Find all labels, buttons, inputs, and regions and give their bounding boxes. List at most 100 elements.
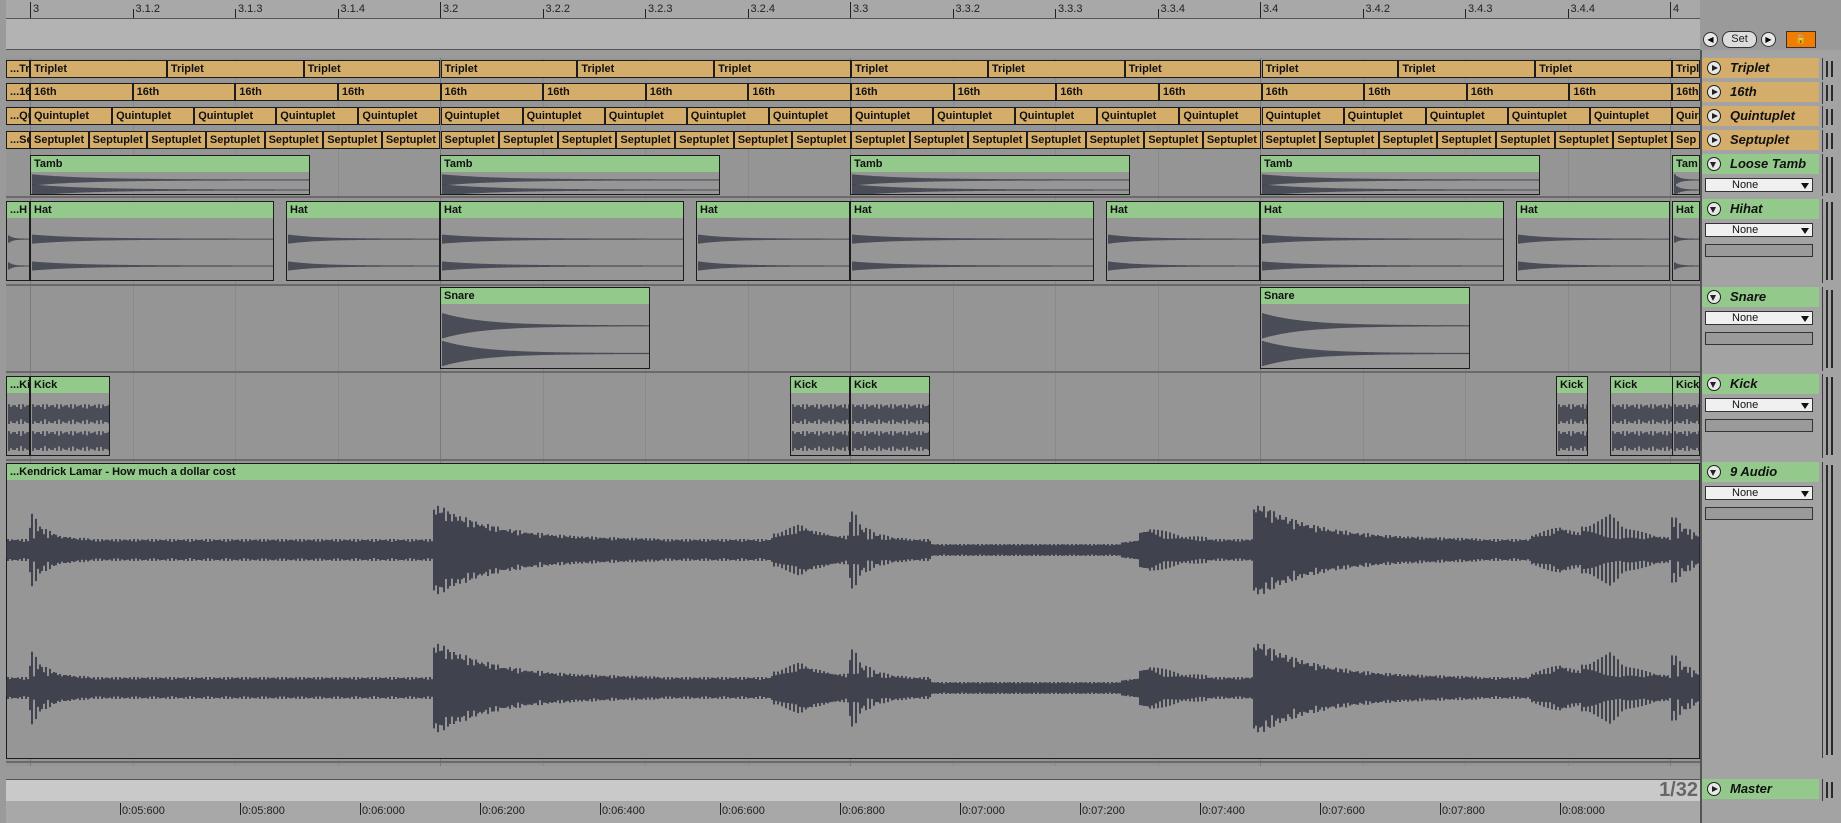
sixteenth-clip[interactable]: 16th <box>337 83 441 101</box>
track-header-master[interactable]: Master <box>1702 779 1819 799</box>
tamb-clip[interactable]: Tamb <box>850 155 1130 195</box>
kick-clip[interactable]: Kick <box>790 376 850 456</box>
fold-button[interactable] <box>1707 85 1721 99</box>
track-resize-bar[interactable] <box>1822 154 1836 196</box>
quintuplet-clip[interactable]: Quintuplet <box>768 107 851 125</box>
triplet-clip[interactable]: Triplet <box>440 60 578 78</box>
input-select[interactable]: None <box>1705 398 1813 412</box>
tamb-clip[interactable]: Tamb <box>30 155 310 195</box>
snare-clip[interactable]: Snare <box>1260 287 1470 369</box>
septuplet-clip[interactable]: Septuplet <box>1554 131 1614 149</box>
kick-clip[interactable]: Kick <box>1610 376 1674 456</box>
sixteenth-clip[interactable]: 16th <box>1672 83 1700 101</box>
quintuplet-clip[interactable]: ...Qu <box>6 107 30 125</box>
quintuplet-clip[interactable]: Quintuplet <box>1015 107 1098 125</box>
septuplet-clip[interactable]: Septuplet <box>792 131 851 149</box>
locator-prev-button[interactable]: ◀ <box>1703 32 1718 47</box>
sixteenth-clip[interactable]: 16th <box>645 83 749 101</box>
septuplet-clip[interactable]: Septuplet <box>1320 131 1379 149</box>
triplet-clip[interactable]: Triplet <box>1124 60 1262 78</box>
triplet-clip[interactable]: Triplet <box>1261 60 1399 78</box>
septuplet-clip[interactable]: Septuplet <box>264 131 324 149</box>
track-header-9-audio[interactable]: 9 Audio None <box>1702 462 1819 546</box>
locator-next-button[interactable]: ▶ <box>1761 32 1776 47</box>
hat-clip[interactable]: Hat <box>286 201 440 281</box>
quintuplet-clip[interactable]: Quintuplet <box>1507 107 1590 125</box>
fold-button[interactable] <box>1707 61 1721 75</box>
quintuplet-clip[interactable]: Quintuplet <box>440 107 523 125</box>
sixteenth-clip[interactable]: 16th <box>1261 83 1365 101</box>
quintuplet-clip[interactable]: Quintuplet <box>112 107 195 125</box>
quintuplet-clip[interactable]: Quintuplet <box>194 107 277 125</box>
hat-clip[interactable]: Hat <box>696 201 850 281</box>
track-resize-bar[interactable] <box>1822 287 1836 371</box>
input-select[interactable]: None <box>1705 178 1813 192</box>
triplet-clip[interactable]: Triplet <box>30 60 167 78</box>
hat-clip[interactable]: ...H <box>6 201 30 281</box>
tamb-clip[interactable]: Tamb <box>1260 155 1540 195</box>
septuplet-clip[interactable]: Septuplet <box>499 131 558 149</box>
quintuplet-clip[interactable]: Quintuplet <box>604 107 687 125</box>
sixteenth-clip[interactable]: ...16 <box>6 83 30 101</box>
sixteenth-clip[interactable]: 16th <box>543 83 646 101</box>
triplet-clip[interactable]: Triplet <box>166 60 304 78</box>
septuplet-clip[interactable]: Septuplet <box>205 131 265 149</box>
sixteenth-clip[interactable]: 16th <box>851 83 954 101</box>
quintuplet-clip[interactable]: Quintuplet <box>1179 107 1262 125</box>
quintuplet-clip[interactable]: Quintuplet <box>358 107 441 125</box>
input-select[interactable]: None <box>1705 486 1813 500</box>
lock-button[interactable]: 🔒 <box>1786 31 1816 48</box>
kick-clip[interactable]: Kick <box>1556 376 1588 456</box>
sixteenth-clip[interactable]: 16th <box>132 83 236 101</box>
track-header-septuplet[interactable]: Septuplet <box>1702 130 1819 150</box>
sixteenth-clip[interactable]: 16th <box>1158 83 1262 101</box>
track-header-kick[interactable]: Kick None <box>1702 374 1819 458</box>
triplet-clip[interactable]: Triplet <box>1398 60 1536 78</box>
septuplet-clip[interactable]: ...Se <box>6 131 30 149</box>
hat-clip[interactable]: Hat <box>1260 201 1504 281</box>
septuplet-clip[interactable]: Septuplet <box>1437 131 1497 149</box>
tamb-clip[interactable]: Tamb <box>440 155 720 195</box>
quintuplet-clip[interactable]: Quir <box>1672 107 1700 125</box>
hat-clip[interactable]: Hat <box>1516 201 1670 281</box>
sixteenth-clip[interactable]: 16th <box>235 83 338 101</box>
track-header-16th[interactable]: 16th <box>1702 82 1819 102</box>
fold-button[interactable] <box>1707 109 1721 123</box>
fold-button[interactable] <box>1707 157 1721 171</box>
triplet-clip[interactable]: Triplet <box>303 60 441 78</box>
quintuplet-clip[interactable]: Quintuplet <box>1425 107 1508 125</box>
hat-clip[interactable]: Hat <box>1106 201 1260 281</box>
track-resize-bar[interactable] <box>1822 82 1836 104</box>
septuplet-clip[interactable]: Septuplet <box>30 131 89 149</box>
track-resize-bar[interactable] <box>1822 779 1836 801</box>
triplet-clip[interactable]: ...Tr <box>6 60 30 78</box>
septuplet-clip[interactable]: Septuplet <box>909 131 969 149</box>
sixteenth-clip[interactable]: 16th <box>30 83 133 101</box>
master-lane[interactable] <box>6 779 1700 803</box>
track-header-hihat[interactable]: Hihat None <box>1702 199 1819 283</box>
track-header-quintuplet[interactable]: Quintuplet <box>1702 106 1819 126</box>
hat-clip[interactable]: Hat <box>1672 201 1700 281</box>
sixteenth-clip[interactable]: 16th <box>1364 83 1467 101</box>
septuplet-clip[interactable]: Septuplet <box>616 131 676 149</box>
quintuplet-clip[interactable]: Quintuplet <box>276 107 359 125</box>
septuplet-clip[interactable]: Septuplet <box>733 131 793 149</box>
fold-button[interactable] <box>1707 782 1721 796</box>
triplet-clip[interactable]: Tripl <box>1672 60 1700 78</box>
track-resize-bar[interactable] <box>1822 130 1836 152</box>
hat-clip[interactable]: Hat <box>30 201 274 281</box>
septuplet-clip[interactable]: Septuplet <box>1261 131 1321 149</box>
fold-button[interactable] <box>1707 465 1721 479</box>
hat-clip[interactable]: Hat <box>850 201 1094 281</box>
fold-button[interactable] <box>1707 290 1721 304</box>
triplet-clip[interactable]: Triplet <box>987 60 1125 78</box>
septuplet-clip[interactable]: Septuplet <box>675 131 734 149</box>
septuplet-clip[interactable]: Septuplet <box>851 131 910 149</box>
quintuplet-clip[interactable]: Quintuplet <box>30 107 113 125</box>
quintuplet-clip[interactable]: Quintuplet <box>933 107 1016 125</box>
quintuplet-clip[interactable]: Quintuplet <box>1097 107 1180 125</box>
kick-clip[interactable]: Kick <box>850 376 930 456</box>
septuplet-clip[interactable]: Septuplet <box>381 131 441 149</box>
track-header-snare[interactable]: Snare None <box>1702 287 1819 371</box>
triplet-clip[interactable]: Triplet <box>851 60 988 78</box>
